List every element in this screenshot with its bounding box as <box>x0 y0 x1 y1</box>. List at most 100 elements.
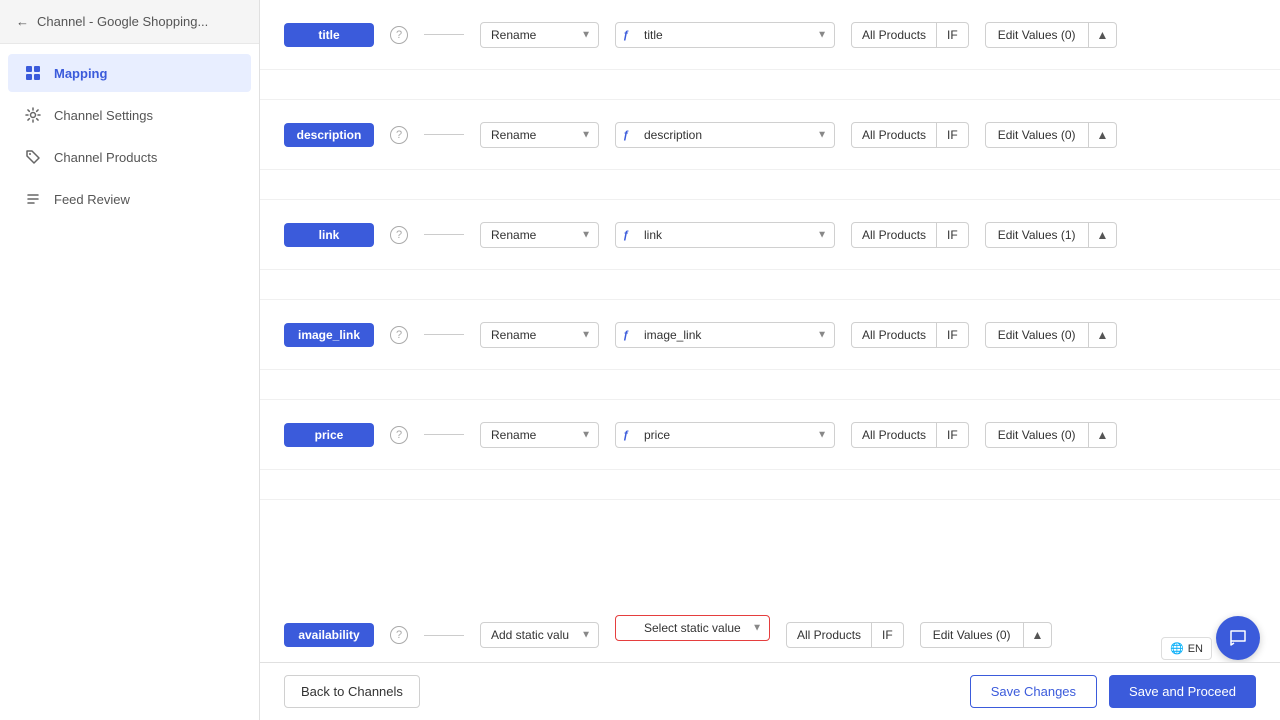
all-products-btn-description[interactable]: All Products <box>851 122 937 148</box>
expand-btn-image-link[interactable]: ▲ <box>1089 322 1118 348</box>
if-btn-description[interactable]: IF <box>937 122 969 148</box>
row-spacer-3 <box>260 270 1280 300</box>
operation-select-availability[interactable]: Add static valu Rename Custom value Remo… <box>480 622 599 648</box>
field-tag-link: link <box>284 223 374 247</box>
connector-line <box>424 34 464 35</box>
chat-button[interactable] <box>1216 616 1260 660</box>
table-row: title ? Rename Add static valu Custom va… <box>260 0 1280 70</box>
edit-values-btn-link[interactable]: Edit Values (1) <box>985 222 1089 248</box>
source-field-wrapper-price: ƒ price title description link image_lin… <box>615 422 835 448</box>
source-field-select-link[interactable]: link title description image_link price <box>615 222 835 248</box>
sidebar-channel-products-label: Channel Products <box>54 150 157 165</box>
all-products-btn-image-link[interactable]: All Products <box>851 322 937 348</box>
edit-values-btn-availability[interactable]: Edit Values (0) <box>920 622 1024 648</box>
operation-select-wrapper-price: Rename Add static valu Custom value Remo… <box>480 422 599 448</box>
operation-select-price[interactable]: Rename Add static valu Custom value Remo… <box>480 422 599 448</box>
edit-expand-group-title: Edit Values (0) ▲ <box>985 22 1118 48</box>
source-field-wrapper-description: ƒ description title link image_link pric… <box>615 122 835 148</box>
products-if-group-image-link: All Products IF <box>851 322 969 348</box>
sidebar-channel-settings-label: Channel Settings <box>54 108 153 123</box>
sidebar-item-channel-products[interactable]: Channel Products <box>8 138 251 176</box>
sidebar-mapping-label: Mapping <box>54 66 107 81</box>
edit-expand-group-image-link: Edit Values (0) ▲ <box>985 322 1118 348</box>
connector-line <box>424 635 464 636</box>
language-badge[interactable]: 🌐 EN <box>1161 637 1212 660</box>
expand-btn-description[interactable]: ▲ <box>1089 122 1118 148</box>
expand-btn-link[interactable]: ▲ <box>1089 222 1118 248</box>
source-field-select-title[interactable]: title description link image_link price <box>615 22 835 48</box>
operation-select-wrapper-availability: Add static valu Rename Custom value Remo… <box>480 622 599 648</box>
source-field-select-availability[interactable]: Select static value in stock out of stoc… <box>615 615 770 641</box>
help-icon-availability[interactable]: ? <box>390 626 408 644</box>
sidebar-feed-review-label: Feed Review <box>54 192 130 207</box>
edit-expand-group-price: Edit Values (0) ▲ <box>985 422 1118 448</box>
source-field-select-description[interactable]: description title link image_link price <box>615 122 835 148</box>
field-source-icon-link: ƒ <box>623 229 629 241</box>
field-tag-description: description <box>284 123 374 147</box>
connector-line <box>424 234 464 235</box>
if-btn-link[interactable]: IF <box>937 222 969 248</box>
operation-select-image-link[interactable]: Rename Add static valu Custom value Remo… <box>480 322 599 348</box>
operation-select-description[interactable]: Rename Add static valu Custom value Remo… <box>480 122 599 148</box>
source-field-wrapper-image-link: ƒ image_link title description link pric… <box>615 322 835 348</box>
table-row: link ? Rename Add static valu Custom val… <box>260 200 1280 270</box>
back-arrow-icon: ← <box>16 14 29 29</box>
help-icon-price[interactable]: ? <box>390 426 408 444</box>
source-field-select-image-link[interactable]: image_link title description link price <box>615 322 835 348</box>
source-field-select-price[interactable]: price title description link image_link <box>615 422 835 448</box>
list-icon <box>24 190 42 208</box>
lang-label: EN <box>1188 643 1203 655</box>
edit-values-btn-description[interactable]: Edit Values (0) <box>985 122 1089 148</box>
edit-values-btn-image-link[interactable]: Edit Values (0) <box>985 322 1089 348</box>
back-to-channels-button[interactable]: Back to Channels <box>284 675 420 708</box>
expand-btn-availability[interactable]: ▲ <box>1024 622 1053 648</box>
sidebar-item-channel-settings[interactable]: Channel Settings <box>8 96 251 134</box>
field-tag-availability: availability <box>284 623 374 647</box>
operation-select-link[interactable]: Rename Add static valu Custom value Remo… <box>480 222 599 248</box>
sidebar-back-button[interactable]: ← Channel - Google Shopping... <box>0 0 259 44</box>
settings-icon <box>24 106 42 124</box>
source-field-wrapper-title: ƒ title description link image_link pric… <box>615 22 835 48</box>
if-btn-availability[interactable]: IF <box>872 622 904 648</box>
help-icon-link[interactable]: ? <box>390 226 408 244</box>
edit-expand-group-availability: Edit Values (0) ▲ <box>920 622 1053 648</box>
all-products-btn-price[interactable]: All Products <box>851 422 937 448</box>
edit-values-btn-price[interactable]: Edit Values (0) <box>985 422 1089 448</box>
expand-btn-title[interactable]: ▲ <box>1089 22 1118 48</box>
expand-btn-price[interactable]: ▲ <box>1089 422 1118 448</box>
edit-values-btn-title[interactable]: Edit Values (0) <box>985 22 1089 48</box>
all-products-btn-availability[interactable]: All Products <box>786 622 872 648</box>
help-icon-image-link[interactable]: ? <box>390 326 408 344</box>
all-products-btn-title[interactable]: All Products <box>851 22 937 48</box>
sidebar: ← Channel - Google Shopping... Mapping <box>0 0 260 720</box>
products-if-group-availability: All Products IF <box>786 622 904 648</box>
operation-select-title[interactable]: Rename Add static valu Custom value Remo… <box>480 22 599 48</box>
all-products-btn-link[interactable]: All Products <box>851 222 937 248</box>
save-and-proceed-button[interactable]: Save and Proceed <box>1109 675 1256 708</box>
sidebar-item-feed-review[interactable]: Feed Review <box>8 180 251 218</box>
connector-line <box>424 334 464 335</box>
products-if-group-title: All Products IF <box>851 22 969 48</box>
if-btn-title[interactable]: IF <box>937 22 969 48</box>
edit-expand-group-link: Edit Values (1) ▲ <box>985 222 1118 248</box>
field-tag-title: title <box>284 23 374 47</box>
row-spacer-5 <box>260 470 1280 500</box>
connector-line <box>424 434 464 435</box>
help-icon-title[interactable]: ? <box>390 26 408 44</box>
operation-select-wrapper-link: Rename Add static valu Custom value Remo… <box>480 222 599 248</box>
connector-line <box>424 134 464 135</box>
sidebar-item-mapping[interactable]: Mapping <box>8 54 251 92</box>
field-source-icon-title: ƒ <box>623 29 629 41</box>
sidebar-nav: Mapping Channel Settings Channel Product… <box>0 44 259 228</box>
if-btn-image-link[interactable]: IF <box>937 322 969 348</box>
table-row: image_link ? Rename Add static valu Cust… <box>260 300 1280 370</box>
footer: Back to Channels Save Changes Save and P… <box>260 662 1280 720</box>
table-row: description ? Rename Add static valu Cus… <box>260 100 1280 170</box>
operation-select-wrapper-description: Rename Add static valu Custom value Remo… <box>480 122 599 148</box>
help-icon-description[interactable]: ? <box>390 126 408 144</box>
save-changes-button[interactable]: Save Changes <box>970 675 1097 708</box>
if-btn-price[interactable]: IF <box>937 422 969 448</box>
field-source-icon-price: ƒ <box>623 429 629 441</box>
footer-right-buttons: Save Changes Save and Proceed <box>970 675 1256 708</box>
mapping-content: title ? Rename Add static valu Custom va… <box>260 0 1280 720</box>
